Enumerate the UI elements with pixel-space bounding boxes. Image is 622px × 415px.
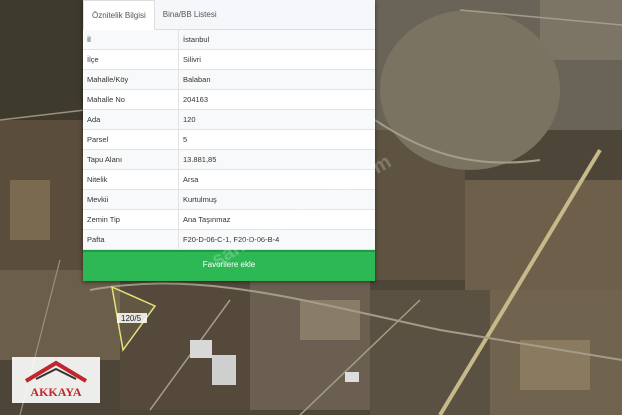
attribute-key: Ada bbox=[83, 109, 179, 130]
attribute-key: Tapu Alanı bbox=[83, 149, 179, 170]
table-row: Zemin Tip Ana Taşınmaz bbox=[83, 209, 375, 230]
attribute-key: Mahalle/Köy bbox=[83, 69, 179, 90]
attribute-key: İl bbox=[83, 30, 179, 50]
attribute-table: İl İstanbul İlçe Silivri Mahalle/Köy Balaba… bbox=[83, 30, 375, 250]
akkaya-logo: AKKAYA bbox=[12, 357, 100, 403]
attribute-key: Mahalle No bbox=[83, 89, 179, 110]
attribute-value: 13.881,85 bbox=[178, 149, 375, 170]
attribute-value: Balaban bbox=[178, 69, 375, 90]
panel-tabs: Öznitelik Bilgisi Bina/BB Listesi bbox=[83, 0, 375, 30]
tab-attribute-info[interactable]: Öznitelik Bilgisi bbox=[83, 0, 155, 30]
attribute-value: İstanbul bbox=[178, 30, 375, 50]
table-row: İl İstanbul bbox=[83, 30, 375, 50]
table-row: Mahalle No 204163 bbox=[83, 89, 375, 110]
tab-building-list[interactable]: Bina/BB Listesi bbox=[155, 0, 225, 29]
table-row: Ada 120 bbox=[83, 109, 375, 130]
attribute-value: 120 bbox=[178, 109, 375, 130]
attribute-key: Mevkii bbox=[83, 189, 179, 210]
attribute-value: 204163 bbox=[178, 89, 375, 110]
attribute-value: Silivri bbox=[178, 49, 375, 70]
attribute-key: Pafta bbox=[83, 229, 179, 250]
attribute-value: 5 bbox=[178, 129, 375, 150]
parcel-label: 120/5 bbox=[121, 314, 142, 323]
attribute-key: Zemin Tip bbox=[83, 209, 179, 230]
table-row: Tapu Alanı 13.881,85 bbox=[83, 149, 375, 170]
logo-text: AKKAYA bbox=[30, 385, 82, 399]
table-row: Mahalle/Köy Balaban bbox=[83, 69, 375, 90]
attribute-key: Nitelik bbox=[83, 169, 179, 190]
attribute-key: İlçe bbox=[83, 49, 179, 70]
table-row: İlçe Silivri bbox=[83, 49, 375, 70]
attribute-key: Parsel bbox=[83, 129, 179, 150]
table-row: Parsel 5 bbox=[83, 129, 375, 150]
